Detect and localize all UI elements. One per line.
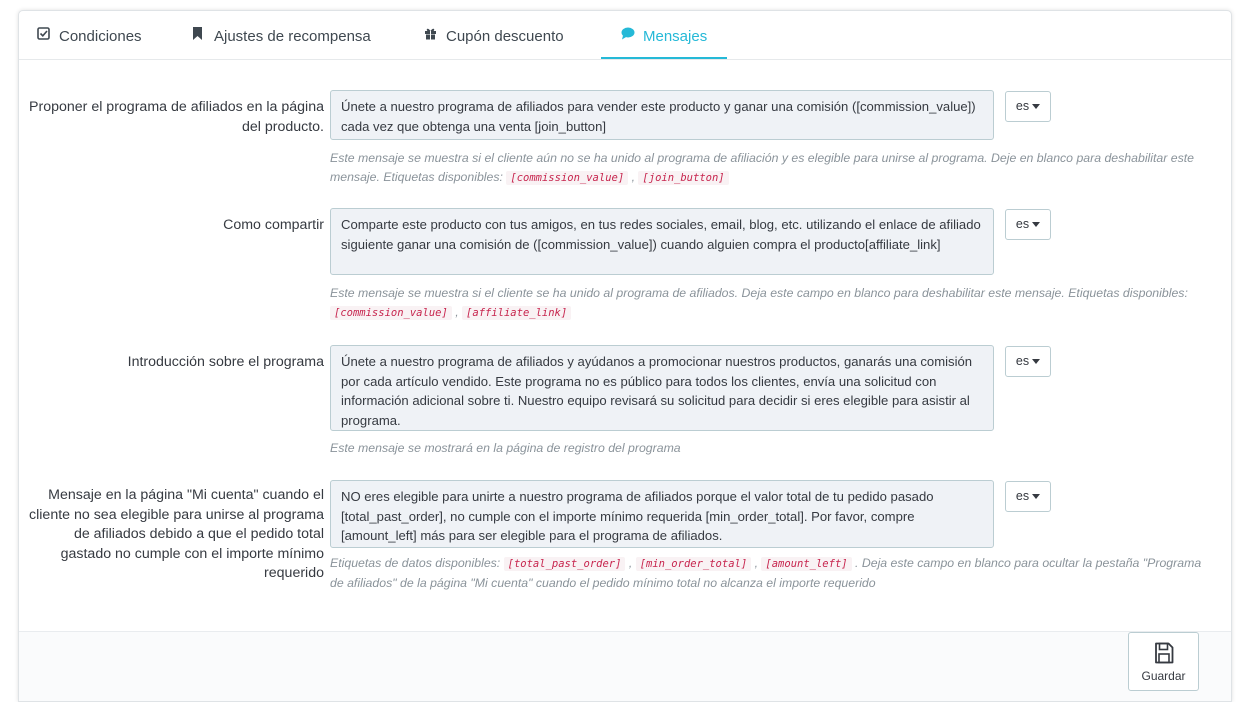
caret-down-icon bbox=[1032, 222, 1041, 228]
tag-join-button: [join_button] bbox=[638, 171, 729, 185]
language-value: es bbox=[1015, 99, 1030, 113]
panel-footer bbox=[19, 631, 1231, 701]
label-como-compartir: Como compartir bbox=[223, 217, 324, 233]
help-text: Este mensaje se mostrará en la página de… bbox=[330, 439, 1210, 458]
tab-label: Condiciones bbox=[59, 28, 142, 45]
label-introduccion: Introducción sobre el programa bbox=[127, 354, 324, 370]
language-select[interactable]: es bbox=[1005, 209, 1051, 240]
language-select[interactable]: es bbox=[1005, 481, 1051, 512]
tag-amount-left: [amount_left] bbox=[761, 557, 852, 571]
language-value: es bbox=[1015, 217, 1030, 231]
save-icon bbox=[1155, 642, 1174, 664]
tag-commission-value: [commission_value] bbox=[330, 306, 452, 320]
tab-label: Mensajes bbox=[643, 28, 708, 45]
message-field-mi-cuenta[interactable]: NO eres elegible para unirte a nuestro p… bbox=[330, 480, 994, 548]
tag-commission-value: [commission_value] bbox=[506, 171, 629, 185]
help-text: Este mensaje se muestra si el cliente se… bbox=[330, 286, 1188, 320]
messages-panel: Condiciones Ajustes de recompensa Cupón … bbox=[18, 10, 1232, 702]
gift-icon bbox=[424, 11, 438, 62]
help-text: Este mensaje se muestra si el cliente aú… bbox=[330, 151, 1195, 185]
bookmark-icon bbox=[192, 11, 206, 62]
tab-label: Cupón descuento bbox=[446, 28, 564, 45]
help-text-content: Este mensaje se mostrará en la página de… bbox=[330, 441, 681, 455]
help-text-content: Este mensaje se muestra si el cliente aú… bbox=[330, 151, 1195, 184]
tab-mensajes[interactable]: Mensajes bbox=[601, 11, 728, 62]
caret-down-icon bbox=[1032, 359, 1041, 365]
help-text-content: Etiquetas de datos disponibles: bbox=[330, 556, 504, 570]
language-value: es bbox=[1015, 354, 1030, 368]
message-field-compartir[interactable]: Comparte este producto con tus amigos, e… bbox=[330, 208, 994, 275]
language-value: es bbox=[1015, 489, 1030, 503]
caret-down-icon bbox=[1032, 494, 1041, 500]
language-select[interactable]: es bbox=[1005, 91, 1051, 122]
message-field-introduccion[interactable]: Únete a nuestro programa de afiliados y … bbox=[330, 345, 994, 431]
label-mensaje-mi-cuenta: Mensaje en la página "Mi cuenta" cuando … bbox=[29, 487, 324, 581]
checkbox-icon bbox=[37, 11, 51, 62]
tab-ajustes-recompensa[interactable]: Ajustes de recompensa bbox=[192, 11, 371, 58]
save-button[interactable]: Guardar bbox=[1128, 632, 1199, 691]
language-select[interactable]: es bbox=[1005, 346, 1051, 377]
label-proponer-programa: Proponer el programa de afiliados en la … bbox=[29, 99, 324, 135]
tab-label: Ajustes de recompensa bbox=[214, 28, 371, 45]
tag-min-order-total: [min_order_total] bbox=[635, 557, 752, 571]
tag-total-past-order: [total_past_order] bbox=[503, 557, 626, 571]
comment-icon bbox=[621, 11, 635, 62]
tag-affiliate-link: [affiliate_link] bbox=[462, 306, 572, 320]
tab-cupon-descuento[interactable]: Cupón descuento bbox=[424, 11, 564, 58]
message-field-proponer[interactable]: Únete a nuestro programa de afiliados pa… bbox=[330, 90, 994, 140]
help-text: Etiquetas de datos disponibles: [total_p… bbox=[330, 556, 1202, 590]
tab-bar: Condiciones Ajustes de recompensa Cupón … bbox=[19, 11, 1231, 60]
save-button-label: Guardar bbox=[1141, 669, 1186, 683]
caret-down-icon bbox=[1032, 104, 1041, 110]
help-text-content: Este mensaje se muestra si el cliente se… bbox=[330, 286, 1188, 300]
tab-condiciones[interactable]: Condiciones bbox=[37, 11, 142, 58]
